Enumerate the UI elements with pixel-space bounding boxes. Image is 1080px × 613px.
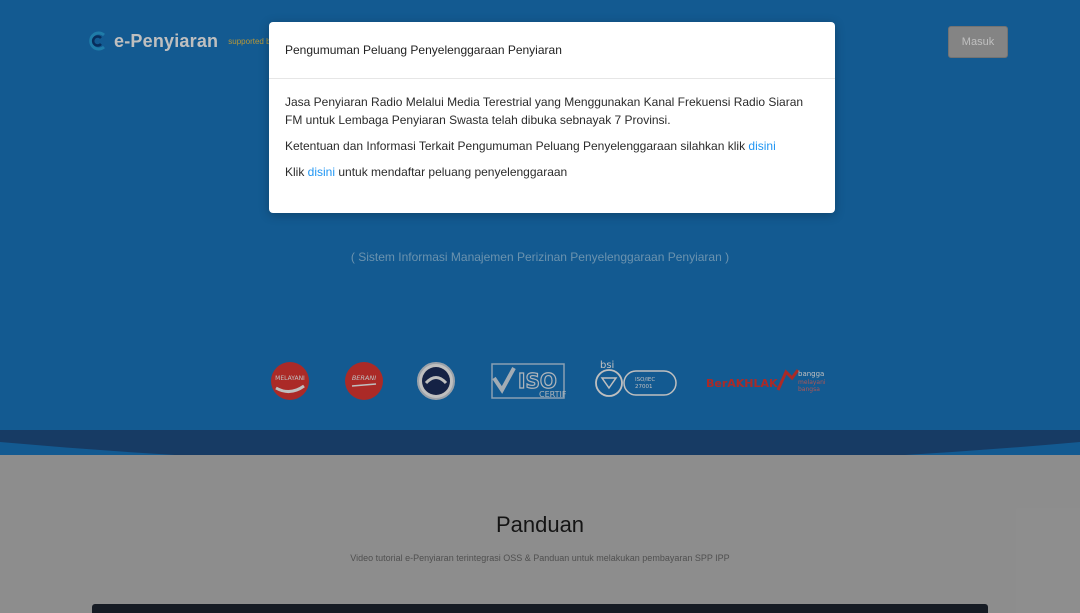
register-disini-link[interactable]: disini [308,165,335,179]
announcement-modal: Pengumuman Peluang Penyelenggaraan Penyi… [269,22,835,213]
modal-body: Jasa Penyiaran Radio Melalui Media Teres… [269,79,835,181]
info-paragraph: Ketentuan dan Informasi Terkait Pengumum… [285,139,776,153]
modal-title: Pengumuman Peluang Penyelenggaraan Penyi… [269,22,835,79]
announcement-text: Jasa Penyiaran Radio Melalui Media Teres… [285,95,804,127]
register-paragraph: Klik disini untuk mendaftar peluang peny… [285,165,568,179]
info-disini-link[interactable]: disini [748,139,775,153]
